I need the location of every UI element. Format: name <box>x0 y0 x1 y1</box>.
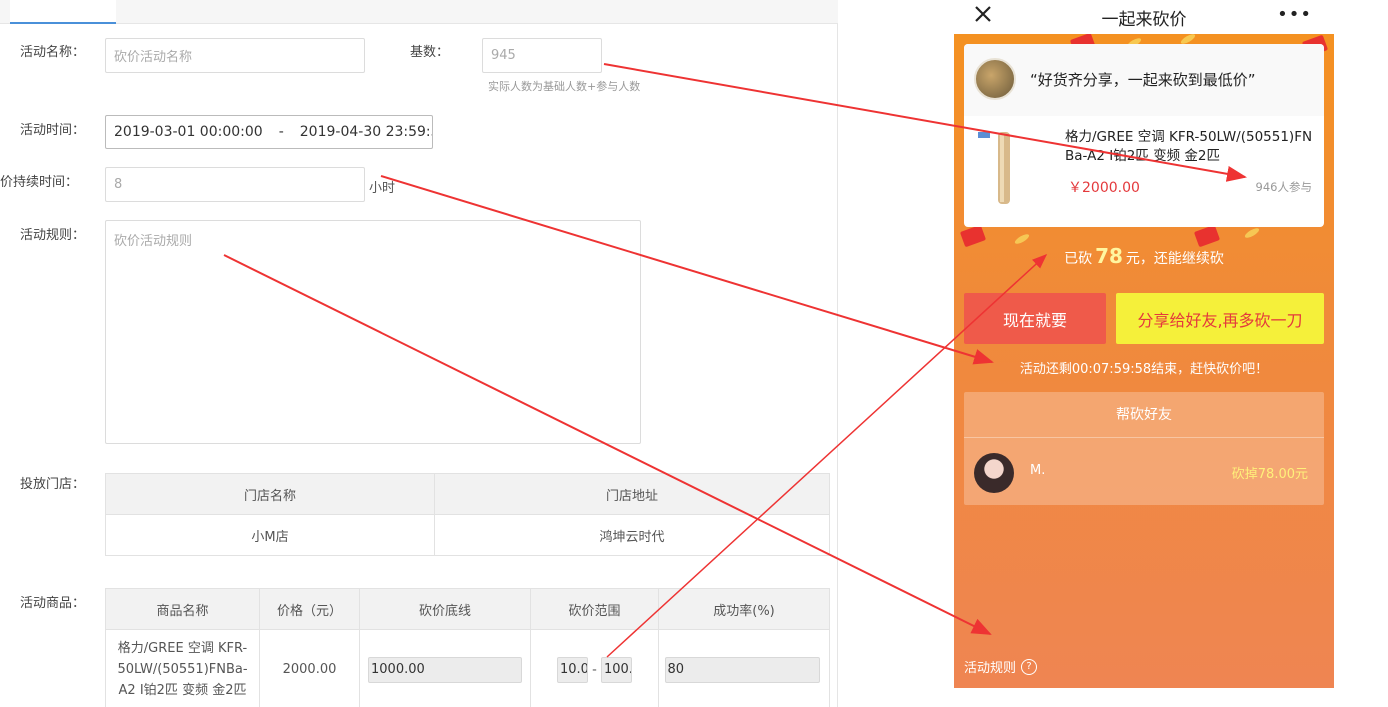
phone-title: 一起来砍价 <box>1101 9 1187 30</box>
base-number-hint: 实际人数为基础人数+参与人数 <box>488 80 641 93</box>
goods-col-name: 商品名称 <box>105 588 260 630</box>
leaf-icon <box>1243 226 1261 240</box>
floor-input[interactable]: 1000.00 <box>368 656 522 683</box>
store-col-name: 门店名称 <box>105 473 435 515</box>
time-separator: - <box>278 124 284 140</box>
range-separator: - <box>592 662 597 677</box>
product-name: 格力/GREE 空调 KFR-50LW/(50551)FNBa-A2 I铂2匹 … <box>1065 129 1313 164</box>
activity-name-input[interactable]: 砍价活动名称 <box>105 38 365 73</box>
admin-form-panel: 活动名称： 砍价活动名称 基数： 945 实际人数为基础人数+参与人数 活动时间… <box>0 0 838 707</box>
help-icon: ? <box>1021 658 1038 675</box>
close-icon[interactable] <box>972 3 994 25</box>
goods-floor-cell: 1000.00 <box>359 629 531 707</box>
goods-name-text: 格力/GREE 空调 KFR-50LW/(50551)FNBa-A2 I铂2匹 … <box>117 641 248 698</box>
helper-friends-panel: 帮砍好友 M. 砍掉78.00元 <box>964 392 1324 505</box>
phone-preview: 一起来砍价 ••• “好货齐分享，一起来砍到最低价” 格力/GREE 空调 KF… <box>954 0 1334 688</box>
store-col-address: 门店地址 <box>434 473 830 515</box>
goods-col-rate: 成功率(%) <box>658 588 830 630</box>
duration-unit: 小时 <box>369 181 396 196</box>
goods-price-cell: 2000.00 <box>259 629 360 707</box>
product-image <box>978 132 1010 204</box>
tab-bar <box>0 0 838 24</box>
base-number-label: 基数： <box>410 45 450 60</box>
store-address-cell: 鸿坤云时代 <box>434 514 830 556</box>
screenshot-root: 活动名称： 砍价活动名称 基数： 945 实际人数为基础人数+参与人数 活动时间… <box>0 0 1388 707</box>
buy-now-button[interactable]: 现在就要 <box>964 293 1106 344</box>
time-start: 2019-03-01 00:00:00 <box>114 124 263 140</box>
activity-name-label: 活动名称： <box>20 45 86 60</box>
rules-link[interactable]: 活动规则 ? <box>964 657 1038 676</box>
phone-header: 一起来砍价 ••• <box>954 0 1334 34</box>
helper-name: M. <box>1030 463 1046 478</box>
time-end: 2019-04-30 23:59:59 <box>299 124 432 140</box>
tab-active[interactable] <box>10 0 116 24</box>
remaining-time-text: 活动还剩00:07:59:58结束，赶快砍价吧！ <box>1019 362 1269 377</box>
share-button[interactable]: 分享给好友,再多砍一刀 <box>1116 293 1324 344</box>
participant-count: 946人参与 <box>1255 180 1312 194</box>
duration-label: 砍价持续时间： <box>0 175 79 190</box>
range-max-input[interactable]: 100. <box>600 656 632 683</box>
activity-time-label: 活动时间： <box>20 123 86 138</box>
cut-suffix: 元，还能继续砍 <box>1125 251 1224 267</box>
product-card[interactable]: “好货齐分享，一起来砍到最低价” 格力/GREE 空调 KFR-50LW/(50… <box>964 44 1324 227</box>
range-min-input[interactable]: 10.0 <box>557 656 588 683</box>
rules-textarea[interactable]: 砍价活动规则 <box>105 220 641 444</box>
avatar <box>974 58 1016 100</box>
rate-input[interactable]: 80 <box>664 656 820 683</box>
store-name-cell: 小M店 <box>105 514 435 556</box>
avatar <box>974 453 1014 493</box>
goods-label: 活动商品： <box>20 596 86 611</box>
more-icon[interactable]: ••• <box>1277 4 1312 25</box>
rules-link-text: 活动规则 <box>964 661 1017 676</box>
store-table: 门店名称 门店地址 小M店 鸿坤云时代 <box>105 473 830 556</box>
goods-col-price: 价格（元） <box>259 588 360 630</box>
goods-rate-cell: 80 <box>658 629 830 707</box>
base-number-input[interactable]: 945 <box>482 38 602 73</box>
helper-amount: 砍掉78.00元 <box>1231 467 1308 482</box>
goods-col-range: 砍价范围 <box>530 588 659 630</box>
duration-input[interactable]: 8 <box>105 167 365 202</box>
goods-table: 商品名称 价格（元） 砍价底线 砍价范围 成功率(%) 格力/GREE 空调 K… <box>105 588 830 707</box>
table-row: 小M店 鸿坤云时代 <box>105 514 830 556</box>
cut-amount: 78 <box>1095 244 1123 268</box>
list-item: M. 砍掉78.00元 <box>964 438 1324 505</box>
table-row: 格力/GREE 空调 KFR-50LW/(50551)FNBa-A2 I铂2匹 … <box>105 629 830 707</box>
store-label: 投放门店： <box>20 477 86 492</box>
goods-col-floor: 砍价底线 <box>359 588 531 630</box>
goods-name-cell: 格力/GREE 空调 KFR-50LW/(50551)FNBa-A2 I铂2匹 … <box>105 629 260 707</box>
product-price: ￥2000.00 <box>1068 180 1140 196</box>
goods-range-cell: 10.0 - 100. <box>530 629 659 707</box>
helpers-title: 帮砍好友 <box>964 392 1324 438</box>
cut-status: 已砍 78 元，还能继续砍 <box>954 244 1334 268</box>
activity-time-range-input[interactable]: 2019-03-01 00:00:00 - 2019-04-30 23:59:5… <box>105 115 433 149</box>
cut-prefix: 已砍 <box>1064 251 1093 267</box>
slogan-text: “好货齐分享，一起来砍到最低价” <box>1030 71 1256 89</box>
rules-label: 活动规则： <box>20 228 86 243</box>
